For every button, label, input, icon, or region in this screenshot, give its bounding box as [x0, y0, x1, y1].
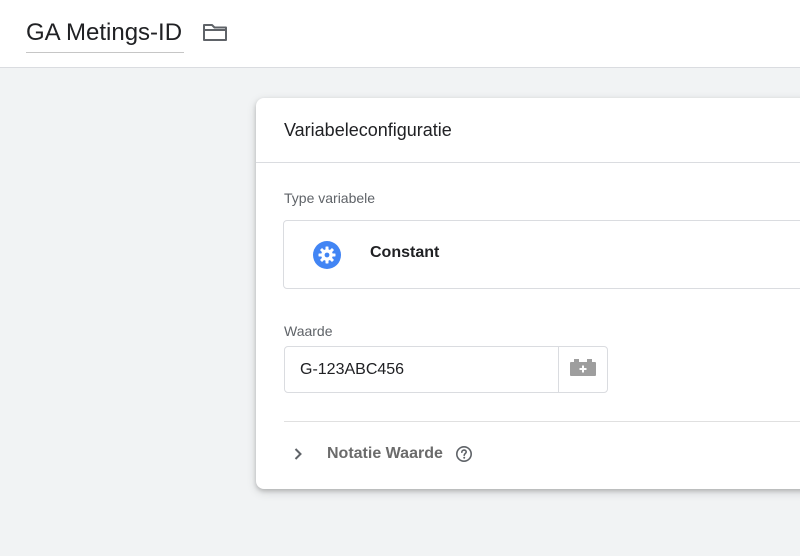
value-input[interactable]: [284, 346, 559, 393]
format-value-label[interactable]: Notatie Waarde: [327, 445, 443, 463]
card-title: Variabeleconfiguratie: [284, 120, 452, 140]
type-label: Type variabele: [284, 190, 376, 206]
variable-brick-icon: [569, 357, 597, 382]
section-divider: [284, 421, 800, 422]
page-header: GA Metings-ID: [0, 0, 800, 68]
variable-name-field[interactable]: GA Metings-ID: [26, 14, 185, 53]
value-label: Waarde: [284, 323, 333, 339]
variable-type-selector[interactable]: Constant: [283, 220, 800, 289]
gear-icon: [312, 240, 342, 270]
chevron-right-icon[interactable]: [290, 446, 306, 462]
variable-name[interactable]: GA Metings-ID: [26, 21, 182, 45]
help-circle-icon[interactable]: [455, 445, 473, 463]
variable-config-card: Variabeleconfiguratie Type variabele Con…: [256, 98, 800, 489]
insert-variable-button[interactable]: [558, 346, 608, 393]
variable-type-name: Constant: [370, 244, 440, 261]
folder-icon[interactable]: [202, 20, 228, 44]
card-header: Variabeleconfiguratie: [256, 98, 800, 163]
format-value-toggle[interactable]: Notatie Waarde: [284, 438, 544, 470]
